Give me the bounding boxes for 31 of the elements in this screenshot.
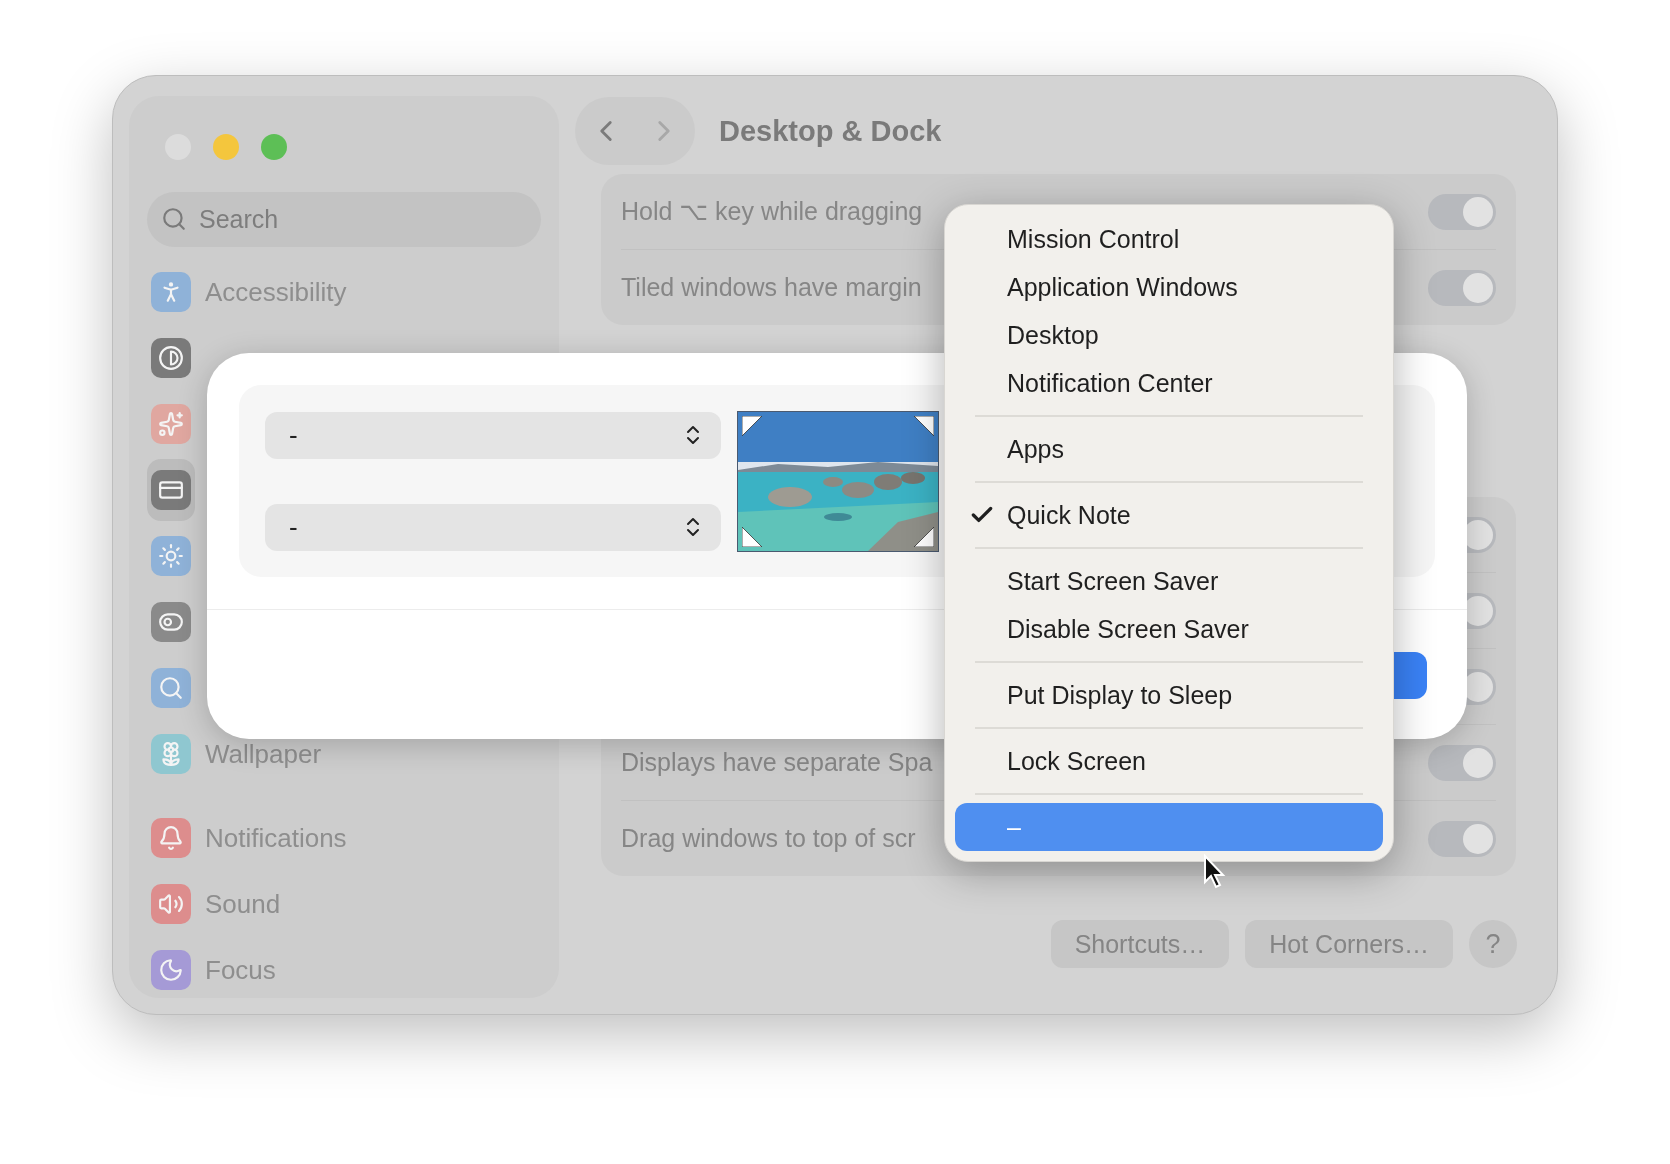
minimize-button[interactable] <box>213 134 239 160</box>
corner-select[interactable]: - <box>265 411 721 459</box>
menu-item[interactable]: Notification Center <box>955 359 1383 407</box>
hot-corner-icon[interactable] <box>742 415 762 436</box>
menu-item[interactable]: Application Windows <box>955 263 1383 311</box>
corner-select[interactable]: - <box>265 503 721 551</box>
menu-item[interactable]: Start Screen Saver <box>955 557 1383 605</box>
window-title: Desktop & Dock <box>719 114 942 148</box>
toggle-switch[interactable] <box>1428 269 1496 306</box>
menu-item[interactable]: Mission Control <box>955 215 1383 263</box>
hot-corner-icon[interactable] <box>742 526 762 547</box>
menu-item[interactable]: Desktop <box>955 311 1383 359</box>
menu-item[interactable]: Quick Note <box>955 491 1383 539</box>
search-icon <box>161 206 187 232</box>
setting-label: Tiled windows have margin <box>621 273 922 302</box>
pointer-icon <box>1203 854 1227 890</box>
menu-item[interactable]: Put Display to Sleep <box>955 671 1383 719</box>
toggle-switch[interactable] <box>1428 744 1496 781</box>
menu-item[interactable]: Apps <box>955 425 1383 473</box>
toggle-switch[interactable] <box>1428 193 1496 230</box>
menu-item[interactable]: Disable Screen Saver <box>955 605 1383 653</box>
toggle-switch[interactable] <box>1428 820 1496 857</box>
search-field[interactable]: Search <box>147 192 541 247</box>
setting-label: Hold ⌥ key while dragging <box>621 197 923 226</box>
hot-corner-icon[interactable] <box>914 415 934 436</box>
setting-label: Displays have separate Spa <box>621 748 933 777</box>
zoom-button[interactable] <box>261 134 287 160</box>
setting-label: Drag windows to top of scr <box>621 824 916 853</box>
sidebar-item[interactable] <box>147 459 195 521</box>
hot-corner-icon[interactable] <box>914 526 934 547</box>
menu-item[interactable]: Lock Screen <box>955 737 1383 785</box>
